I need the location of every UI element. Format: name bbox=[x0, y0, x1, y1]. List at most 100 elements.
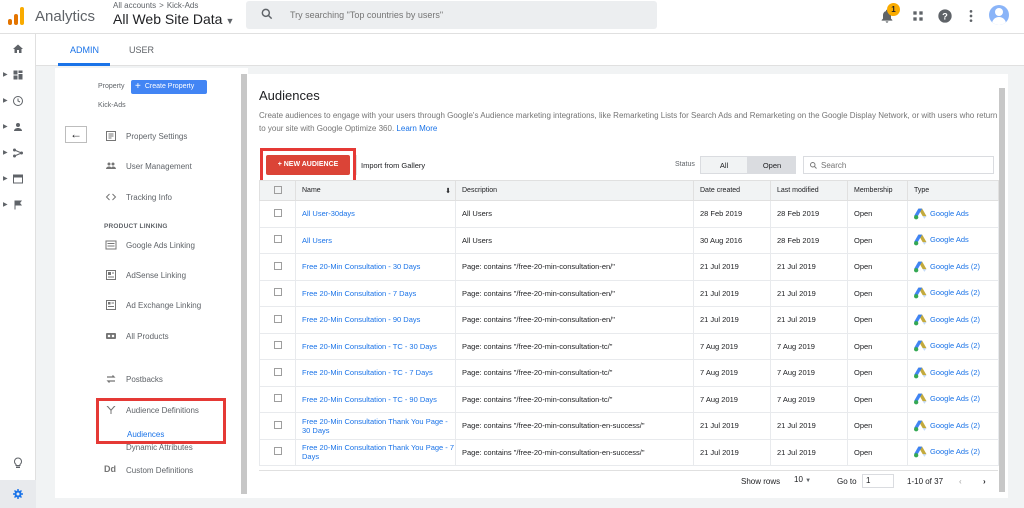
audience-type-link[interactable]: Google Ads (2) bbox=[907, 385, 999, 413]
main-scrollbar[interactable] bbox=[999, 88, 1005, 492]
rows-per-page-select[interactable]: 10 ▼ bbox=[791, 474, 819, 488]
customization-icon[interactable] bbox=[12, 69, 24, 81]
date-created: 21 Jul 2019 bbox=[693, 279, 771, 307]
audience-icon[interactable] bbox=[12, 121, 24, 133]
learn-more-link[interactable]: Learn More bbox=[396, 124, 437, 133]
tab-user[interactable]: USER bbox=[129, 45, 154, 55]
column-header-name[interactable]: Name ⬇ bbox=[295, 180, 456, 201]
home-icon[interactable] bbox=[12, 43, 24, 55]
audience-name-link[interactable]: Free 20-Min Consultation - 7 Days bbox=[295, 279, 456, 307]
audience-name-link[interactable]: Free 20-Min Consultation Thank You Page … bbox=[295, 438, 456, 466]
behavior-icon[interactable] bbox=[12, 173, 24, 185]
create-property-button[interactable]: + Create Property bbox=[131, 80, 207, 94]
audience-name-link[interactable]: Free 20-Min Consultation - 30 Days bbox=[295, 253, 456, 281]
column-header-membership[interactable]: Membership bbox=[847, 180, 908, 201]
row-checkbox[interactable] bbox=[259, 226, 296, 254]
last-modified: 21 Jul 2019 bbox=[770, 438, 848, 466]
status-open-toggle[interactable]: Open bbox=[748, 156, 796, 174]
audience-type-link[interactable]: Google Ads (2) bbox=[907, 412, 999, 440]
global-search-input[interactable]: Try searching "Top countries by users" bbox=[246, 1, 657, 29]
column-header-last-modified[interactable]: Last modified bbox=[770, 180, 848, 201]
table-row[interactable]: Free 20-Min Consultation - TC - 7 Days Pa… bbox=[259, 359, 999, 387]
table-row[interactable]: All Users All Users 30 Aug 2016 28 Feb 2019… bbox=[259, 226, 999, 254]
row-checkbox[interactable] bbox=[259, 438, 296, 466]
google-ads-icon bbox=[914, 420, 927, 432]
back-arrow-icon: ← bbox=[70, 127, 82, 141]
table-row[interactable]: Free 20-Min Consultation Thank You Page … bbox=[259, 438, 999, 466]
select-all-checkbox[interactable] bbox=[259, 180, 296, 201]
audience-type-link[interactable]: Google Ads bbox=[907, 200, 999, 228]
row-checkbox[interactable] bbox=[259, 412, 296, 440]
membership-status: Open bbox=[847, 359, 908, 387]
tab-admin[interactable]: ADMIN bbox=[70, 45, 99, 55]
audience-type-link[interactable]: Google Ads (2) bbox=[907, 306, 999, 334]
membership-status: Open bbox=[847, 385, 908, 413]
nav-label: AdSense Linking bbox=[126, 271, 187, 280]
account-breadcrumb[interactable]: All accounts > Kick-Ads bbox=[113, 1, 198, 10]
date-created: 7 Aug 2019 bbox=[693, 385, 771, 413]
table-row[interactable]: Free 20-Min Consultation - TC - 90 Days P… bbox=[259, 385, 999, 413]
breadcrumb-all-accounts[interactable]: All accounts bbox=[113, 1, 156, 10]
row-checkbox[interactable] bbox=[259, 253, 296, 281]
table-row[interactable]: Free 20-Min Consultation - 30 Days Page: … bbox=[259, 253, 999, 281]
row-checkbox[interactable] bbox=[259, 359, 296, 387]
membership-status: Open bbox=[847, 438, 908, 466]
conversions-icon[interactable] bbox=[12, 199, 24, 211]
table-row[interactable]: Free 20-Min Consultation - 90 Days Page: … bbox=[259, 306, 999, 334]
analytics-logo-icon[interactable] bbox=[8, 7, 24, 25]
acquisition-icon[interactable] bbox=[12, 147, 24, 159]
prev-page-icon[interactable]: ‹ bbox=[959, 477, 962, 486]
discover-icon[interactable] bbox=[12, 457, 24, 469]
audience-name-link[interactable]: All Users bbox=[295, 226, 456, 254]
back-arrow-button[interactable]: ← bbox=[65, 126, 87, 143]
sort-down-icon: ⬇ bbox=[445, 187, 451, 195]
product-linking-header: PRODUCT LINKING bbox=[104, 223, 168, 230]
last-modified: 21 Jul 2019 bbox=[770, 253, 848, 281]
last-modified: 28 Feb 2019 bbox=[770, 200, 848, 228]
row-checkbox[interactable] bbox=[259, 306, 296, 334]
property-column-scrollbar[interactable] bbox=[241, 74, 247, 494]
row-checkbox[interactable] bbox=[259, 200, 296, 228]
audience-type-link[interactable]: Google Ads (2) bbox=[907, 359, 999, 387]
column-header-description[interactable]: Description bbox=[455, 180, 694, 201]
help-icon[interactable]: ? bbox=[937, 8, 953, 24]
audience-name-link[interactable]: Free 20-Min Consultation - TC - 30 Days bbox=[295, 332, 456, 360]
goto-page-input[interactable]: 1 bbox=[862, 474, 894, 488]
nav-dynamic-attributes[interactable]: Dynamic Attributes bbox=[126, 443, 193, 452]
page-description: Create audiences to engage with your use… bbox=[259, 109, 999, 135]
table-row[interactable]: Free 20-Min Consultation - 7 Days Page: c… bbox=[259, 279, 999, 307]
more-vert-icon[interactable] bbox=[963, 8, 979, 24]
audience-name-link[interactable]: Free 20-Min Consultation Thank You Page … bbox=[295, 412, 456, 440]
audience-type-link[interactable]: Google Ads bbox=[907, 226, 999, 254]
left-nav-rail: ▶ ▶ ▶ ▶ ▶ ▶ bbox=[0, 34, 36, 508]
audience-type-link[interactable]: Google Ads (2) bbox=[907, 438, 999, 466]
realtime-icon[interactable] bbox=[12, 95, 24, 107]
row-checkbox[interactable] bbox=[259, 279, 296, 307]
row-checkbox[interactable] bbox=[259, 385, 296, 413]
membership-status: Open bbox=[847, 279, 908, 307]
column-header-date-created[interactable]: Date created bbox=[693, 180, 771, 201]
audience-type-link[interactable]: Google Ads (2) bbox=[907, 332, 999, 360]
table-search-input[interactable]: Search bbox=[803, 156, 994, 174]
status-all-toggle[interactable]: All bbox=[700, 156, 748, 174]
account-avatar[interactable] bbox=[989, 5, 1009, 25]
audience-name-link[interactable]: All User-30days bbox=[295, 200, 456, 228]
audience-type-link[interactable]: Google Ads (2) bbox=[907, 279, 999, 307]
table-row[interactable]: All User-30days All Users 28 Feb 2019 28 Fe… bbox=[259, 200, 999, 228]
import-from-gallery-button[interactable]: Import from Gallery bbox=[361, 161, 425, 170]
apps-grid-icon[interactable] bbox=[910, 8, 926, 24]
row-checkbox[interactable] bbox=[259, 332, 296, 360]
view-selector[interactable]: All Web Site Data ▼ bbox=[113, 11, 234, 27]
audience-name-link[interactable]: Free 20-Min Consultation - 90 Days bbox=[295, 306, 456, 334]
audience-type-link[interactable]: Google Ads (2) bbox=[907, 253, 999, 281]
table-row[interactable]: Free 20-Min Consultation - TC - 30 Days P… bbox=[259, 332, 999, 360]
table-row[interactable]: Free 20-Min Consultation Thank You Page … bbox=[259, 412, 999, 440]
audience-name-link[interactable]: Free 20-Min Consultation - TC - 90 Days bbox=[295, 385, 456, 413]
audience-name-link[interactable]: Free 20-Min Consultation - TC - 7 Days bbox=[295, 359, 456, 387]
next-page-icon[interactable]: › bbox=[983, 477, 986, 486]
ad-exchange-icon bbox=[106, 300, 116, 310]
page-range: 1-10 of 37 bbox=[907, 477, 944, 486]
breadcrumb-account[interactable]: Kick-Ads bbox=[167, 1, 199, 10]
column-header-type[interactable]: Type bbox=[907, 180, 999, 201]
admin-nav-item[interactable] bbox=[0, 480, 36, 508]
